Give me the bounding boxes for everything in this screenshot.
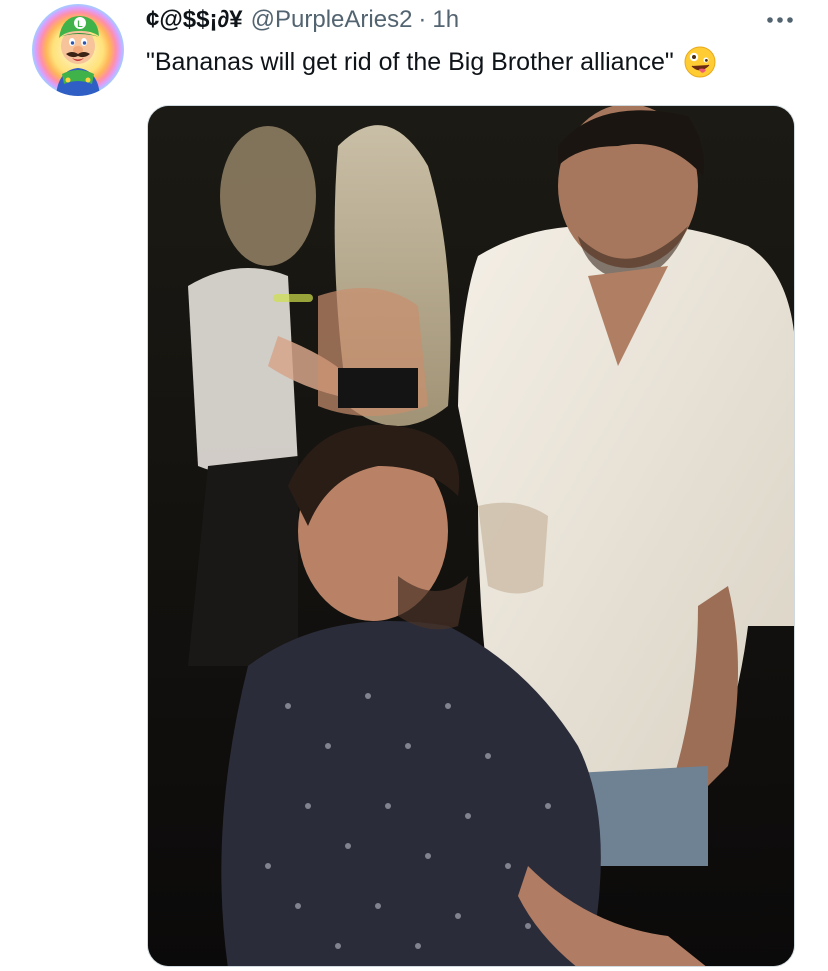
zany-face-icon xyxy=(684,46,716,78)
avatar[interactable]: L xyxy=(32,4,124,96)
tweet: L ¢@$$¡∂¥ @PurpleAries2 · 1h "Bananas wi… xyxy=(0,0,828,971)
display-name[interactable]: ¢@$$¡∂¥ xyxy=(146,6,243,34)
svg-text:L: L xyxy=(77,19,83,29)
tweet-text-content: "Bananas will get rid of the Big Brother… xyxy=(146,48,674,76)
luigi-avatar-icon: L xyxy=(32,4,124,96)
tweet-text: "Bananas will get rid of the Big Brother… xyxy=(146,44,716,80)
tweet-header: ¢@$$¡∂¥ @PurpleAries2 · 1h xyxy=(146,4,459,36)
more-horizontal-icon[interactable] xyxy=(760,4,800,36)
timestamp[interactable]: 1h xyxy=(432,6,459,34)
user-handle[interactable]: @PurpleAries2 xyxy=(251,6,413,34)
separator-dot: · xyxy=(418,6,427,33)
party-photo xyxy=(148,106,794,966)
tweet-photo[interactable] xyxy=(147,105,795,967)
